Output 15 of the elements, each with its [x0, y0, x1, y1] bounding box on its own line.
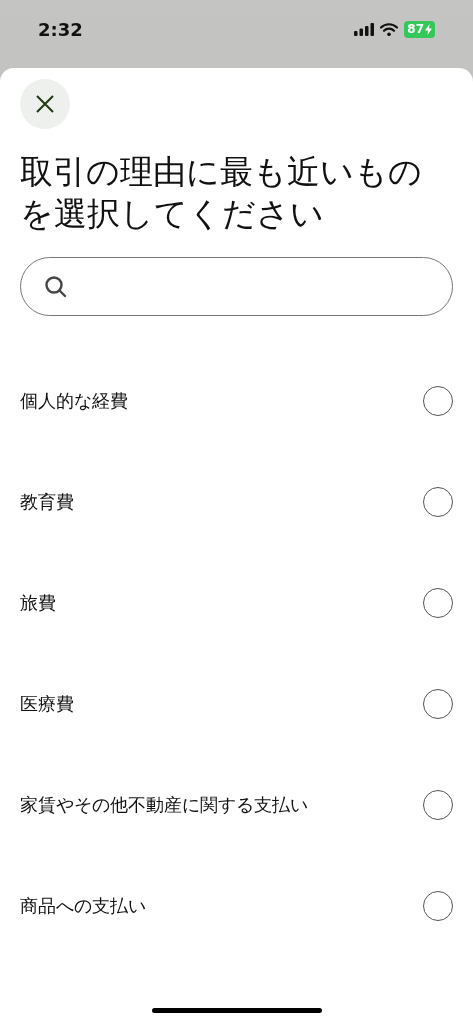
option-label[interactable]: 教育費 — [20, 488, 74, 515]
bolt-icon — [425, 24, 432, 35]
battery-indicator: 87 — [404, 21, 435, 38]
option-label[interactable]: 商品への支払い — [20, 892, 146, 919]
close-button[interactable] — [20, 79, 70, 129]
close-icon — [36, 95, 54, 113]
option-label[interactable]: 旅費 — [20, 589, 56, 616]
status-time: 2:32 — [38, 18, 83, 42]
signal-icon — [354, 23, 375, 36]
option-label[interactable]: 家賃やその他不動産に関する支払い — [20, 791, 308, 818]
option-label[interactable]: 医療費 — [20, 690, 74, 717]
option-label[interactable]: 個人的な経費 — [20, 387, 128, 414]
search-icon — [44, 274, 68, 299]
wifi-icon — [380, 23, 399, 36]
page-title: 取引の理由に最も近いものを選択してください — [20, 151, 423, 235]
